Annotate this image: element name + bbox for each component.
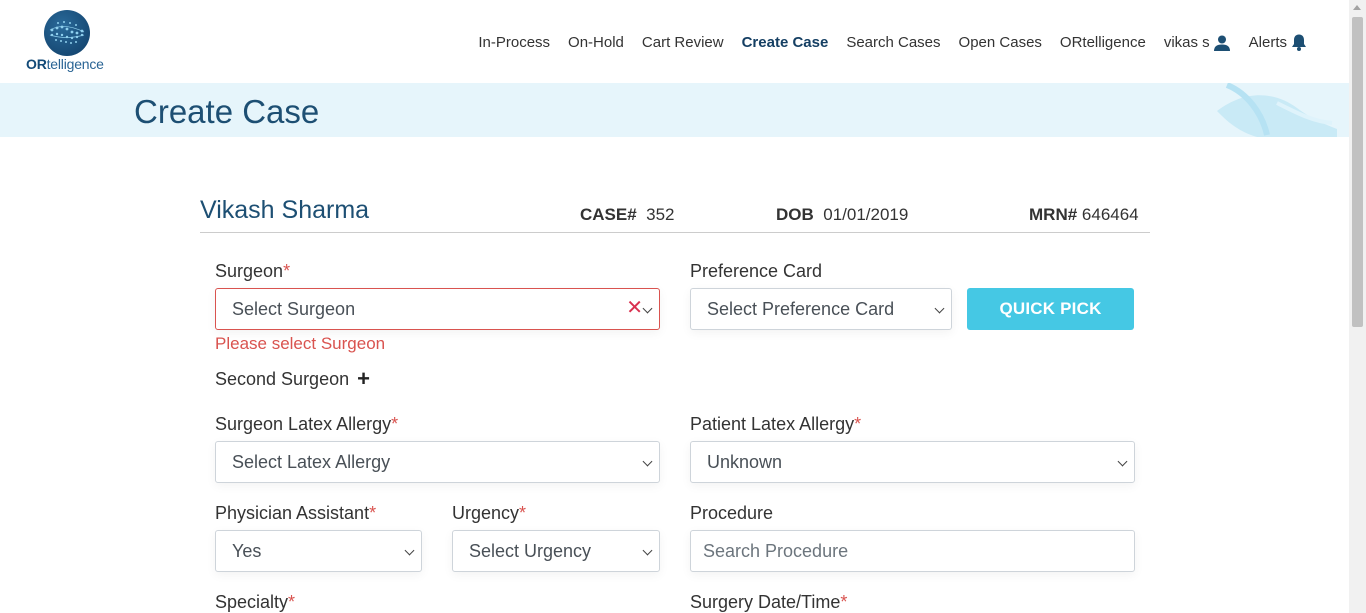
scroll-thumb[interactable]	[1352, 17, 1363, 327]
procedure-placeholder: Search Procedure	[703, 540, 849, 561]
app-header: ORtelligence In-Process On-Hold Cart Rev…	[0, 0, 1349, 83]
preference-card-label: Preference Card	[690, 261, 823, 281]
patient-summary: Vikash Sharma CASE# 352 DOB 01/01/2019 M…	[200, 196, 1150, 233]
surgeon-select-value: Select Surgeon	[232, 298, 356, 319]
surgeon-latex-allergy-value: Select Latex Allergy	[232, 451, 391, 472]
bell-icon	[1292, 34, 1306, 51]
patient-mrn: MRN# 646464	[1029, 205, 1139, 224]
case-number: CASE# 352	[580, 205, 675, 224]
patient-dob: DOB 01/01/2019	[776, 205, 909, 224]
surgeon-error-message: Please select Surgeon	[215, 334, 386, 353]
preference-card-value: Select Preference Card	[707, 298, 895, 319]
logo-wordmark: ORtelligence	[26, 56, 104, 72]
add-second-surgeon[interactable]: Second Surgeon +	[215, 366, 370, 392]
chevron-down-icon	[642, 456, 653, 467]
chevron-down-icon	[642, 545, 653, 556]
urgency-select[interactable]: Select Urgency	[452, 530, 660, 572]
physician-assistant-value: Yes	[232, 540, 262, 561]
banner-decoration	[1217, 83, 1337, 137]
surgeon-latex-allergy-label: Surgeon Latex Allergy*	[215, 414, 399, 434]
ortelligence-logo[interactable]: ORtelligence	[26, 10, 110, 74]
preference-card-select[interactable]: Select Preference Card	[690, 288, 952, 330]
plus-icon[interactable]: +	[357, 366, 370, 392]
nav-in-process[interactable]: In-Process	[478, 34, 550, 51]
surgeon-label: Surgeon*	[215, 261, 291, 281]
nav-cart-review[interactable]: Cart Review	[642, 34, 724, 51]
nav-ortelligence[interactable]: ORtelligence	[1060, 34, 1146, 51]
surgery-date-time-label: Surgery Date/Time*	[690, 592, 848, 612]
surgeon-select[interactable]: Select Surgeon ✕	[215, 288, 660, 330]
physician-assistant-select[interactable]: Yes	[215, 530, 422, 572]
urgency-value: Select Urgency	[469, 540, 592, 561]
nav-alerts[interactable]: Alerts	[1249, 33, 1308, 52]
user-icon	[1213, 35, 1230, 51]
main-nav: In-Process On-Hold Cart Review Create Ca…	[460, 33, 1308, 52]
clear-icon[interactable]: ✕	[626, 297, 643, 319]
procedure-label: Procedure	[690, 503, 774, 523]
quick-pick-button[interactable]: QUICK PICK	[967, 288, 1134, 330]
physician-assistant-label: Physician Assistant*	[215, 503, 377, 523]
nav-on-hold[interactable]: On-Hold	[568, 34, 624, 51]
specialty-label: Specialty*	[215, 592, 296, 612]
nav-create-case[interactable]: Create Case	[742, 34, 829, 51]
alerts-label: Alerts	[1248, 34, 1287, 51]
procedure-search-input[interactable]: Search Procedure	[690, 530, 1135, 572]
patient-latex-allergy-label: Patient Latex Allergy*	[690, 414, 862, 434]
scroll-up-arrow-icon[interactable]	[1353, 5, 1361, 10]
surgeon-latex-allergy-select[interactable]: Select Latex Allergy	[215, 441, 660, 483]
nav-open-cases[interactable]: Open Cases	[959, 34, 1042, 51]
logo-emblem-icon	[44, 10, 90, 56]
chevron-down-icon	[642, 303, 653, 314]
chevron-down-icon	[1117, 456, 1128, 467]
nav-search-cases[interactable]: Search Cases	[846, 34, 940, 51]
urgency-label: Urgency*	[452, 503, 527, 523]
patient-name: Vikash Sharma	[200, 196, 370, 224]
chevron-down-icon	[404, 545, 415, 556]
patient-latex-allergy-select[interactable]: Unknown	[690, 441, 1135, 483]
nav-user-menu[interactable]: vikas s	[1164, 34, 1231, 52]
patient-latex-allergy-value: Unknown	[707, 451, 783, 472]
page-title: Create Case	[134, 93, 320, 130]
page-banner: Create Case	[0, 83, 1349, 137]
user-name: vikas s	[1163, 34, 1210, 51]
chevron-down-icon	[934, 303, 945, 314]
page-scrollbar[interactable]	[1349, 0, 1366, 613]
